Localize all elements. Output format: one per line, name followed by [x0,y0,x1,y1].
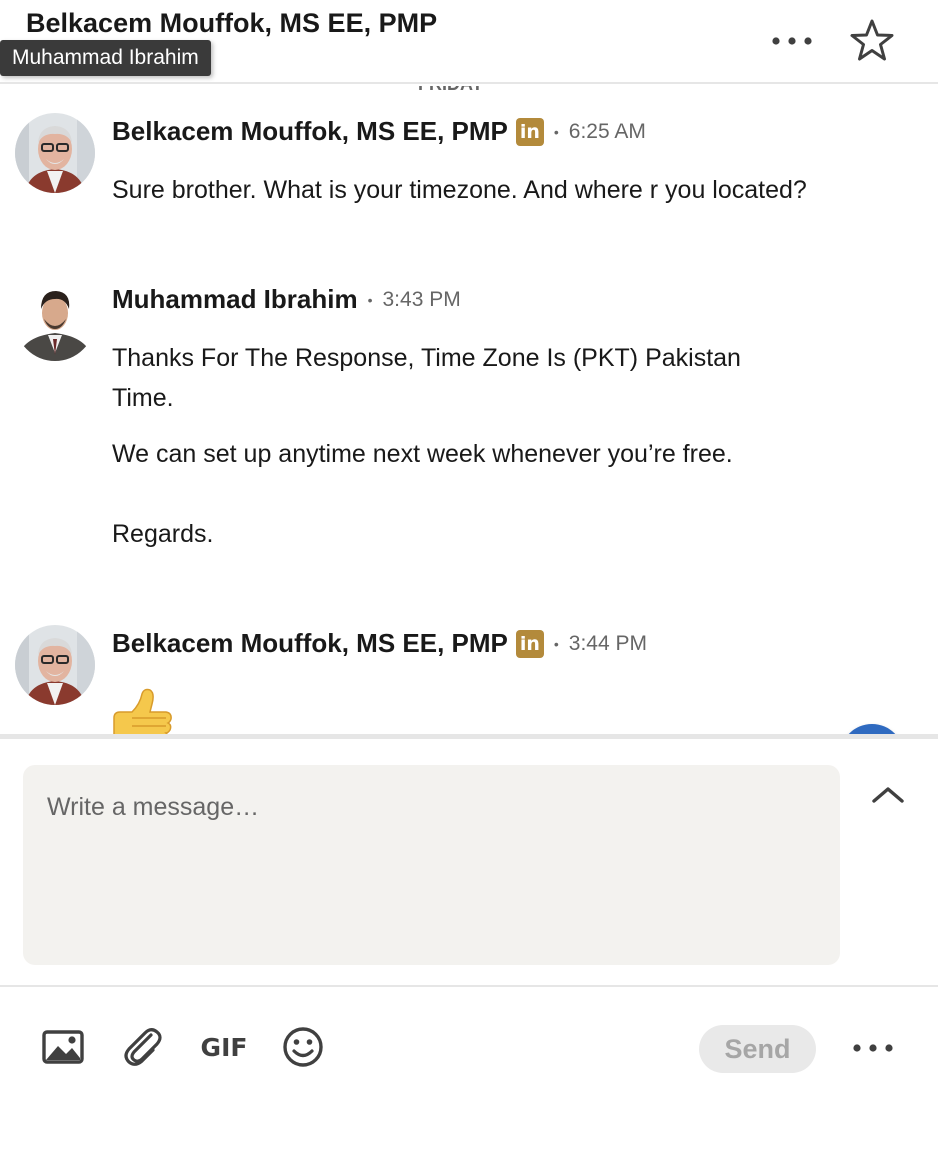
message-body: Sure brother. What is your timezone. And… [112,170,812,210]
message-header: Muhammad Ibrahim • 3:43 PM [112,284,461,315]
emoji-button[interactable] [280,1025,326,1069]
name-tooltip: Muhammad Ibrahim [0,40,211,76]
more-composer-options-button[interactable] [848,1031,898,1065]
sender-name[interactable]: Belkacem Mouffok, MS EE, PMP [112,116,508,147]
attach-file-button[interactable] [120,1025,166,1069]
avatar-photo [15,625,95,705]
more-icon [772,37,812,45]
conversation-header: Belkacem Mouffok, MS EE, PMP go Muhammad… [0,0,938,84]
avatar[interactable] [15,281,95,361]
message-header: Belkacem Mouffok, MS EE, PMP in • 3:44 P… [112,628,647,659]
composer-toolbar: GIF Send [0,985,938,1176]
message-header: Belkacem Mouffok, MS EE, PMP in • 6:25 A… [112,116,646,147]
sender-name[interactable]: Belkacem Mouffok, MS EE, PMP [112,628,508,659]
avatar-photo [15,281,95,361]
linkedin-premium-icon: in [515,117,544,146]
sender-name[interactable]: Muhammad Ibrahim [112,284,358,315]
linkedin-premium-icon: in [515,629,544,658]
message-time: 6:25 AM [568,119,646,143]
attach-image-button[interactable] [40,1025,86,1069]
message-input[interactable] [23,765,840,965]
message-paragraph: Regards. [112,520,214,548]
paperclip-icon [124,1028,162,1066]
avatar-photo [15,113,95,193]
message-paragraph: Sure brother. What is your timezone. And… [112,176,807,204]
gif-button[interactable]: GIF [198,1025,250,1069]
avatar[interactable] [15,625,95,705]
gif-icon: GIF [200,1032,248,1062]
expand-composer-button[interactable] [868,779,908,809]
message-composer [0,734,938,986]
separator-dot: • [367,291,373,308]
send-button[interactable]: Send [699,1025,816,1073]
image-icon [42,1030,84,1064]
emoji-icon [283,1027,323,1067]
star-conversation-button[interactable] [846,16,898,66]
conversation-title[interactable]: Belkacem Mouffok, MS EE, PMP [26,8,437,39]
message-time: 3:44 PM [568,631,647,655]
thumbs-up-emoji-icon [110,688,176,734]
star-icon [850,19,894,61]
date-divider: FRIDAY [418,86,483,95]
more-options-button[interactable] [768,24,816,58]
message-thread[interactable]: FRIDAY Belkacem Mouffok, MS EE, PMP in •… [0,86,938,734]
scroll-to-bottom-button[interactable] [840,724,904,734]
chevron-up-icon [872,787,904,803]
more-icon [853,1044,893,1052]
message-paragraph: Thanks For The Response, Time Zone Is (P… [112,344,741,412]
message-paragraph: We can set up anytime next week whenever… [112,440,733,468]
separator-dot: • [553,123,559,140]
separator-dot: • [553,635,559,652]
message-body: Thanks For The Response, Time Zone Is (P… [112,338,792,554]
avatar[interactable] [15,113,95,193]
message-time: 3:43 PM [382,287,461,311]
